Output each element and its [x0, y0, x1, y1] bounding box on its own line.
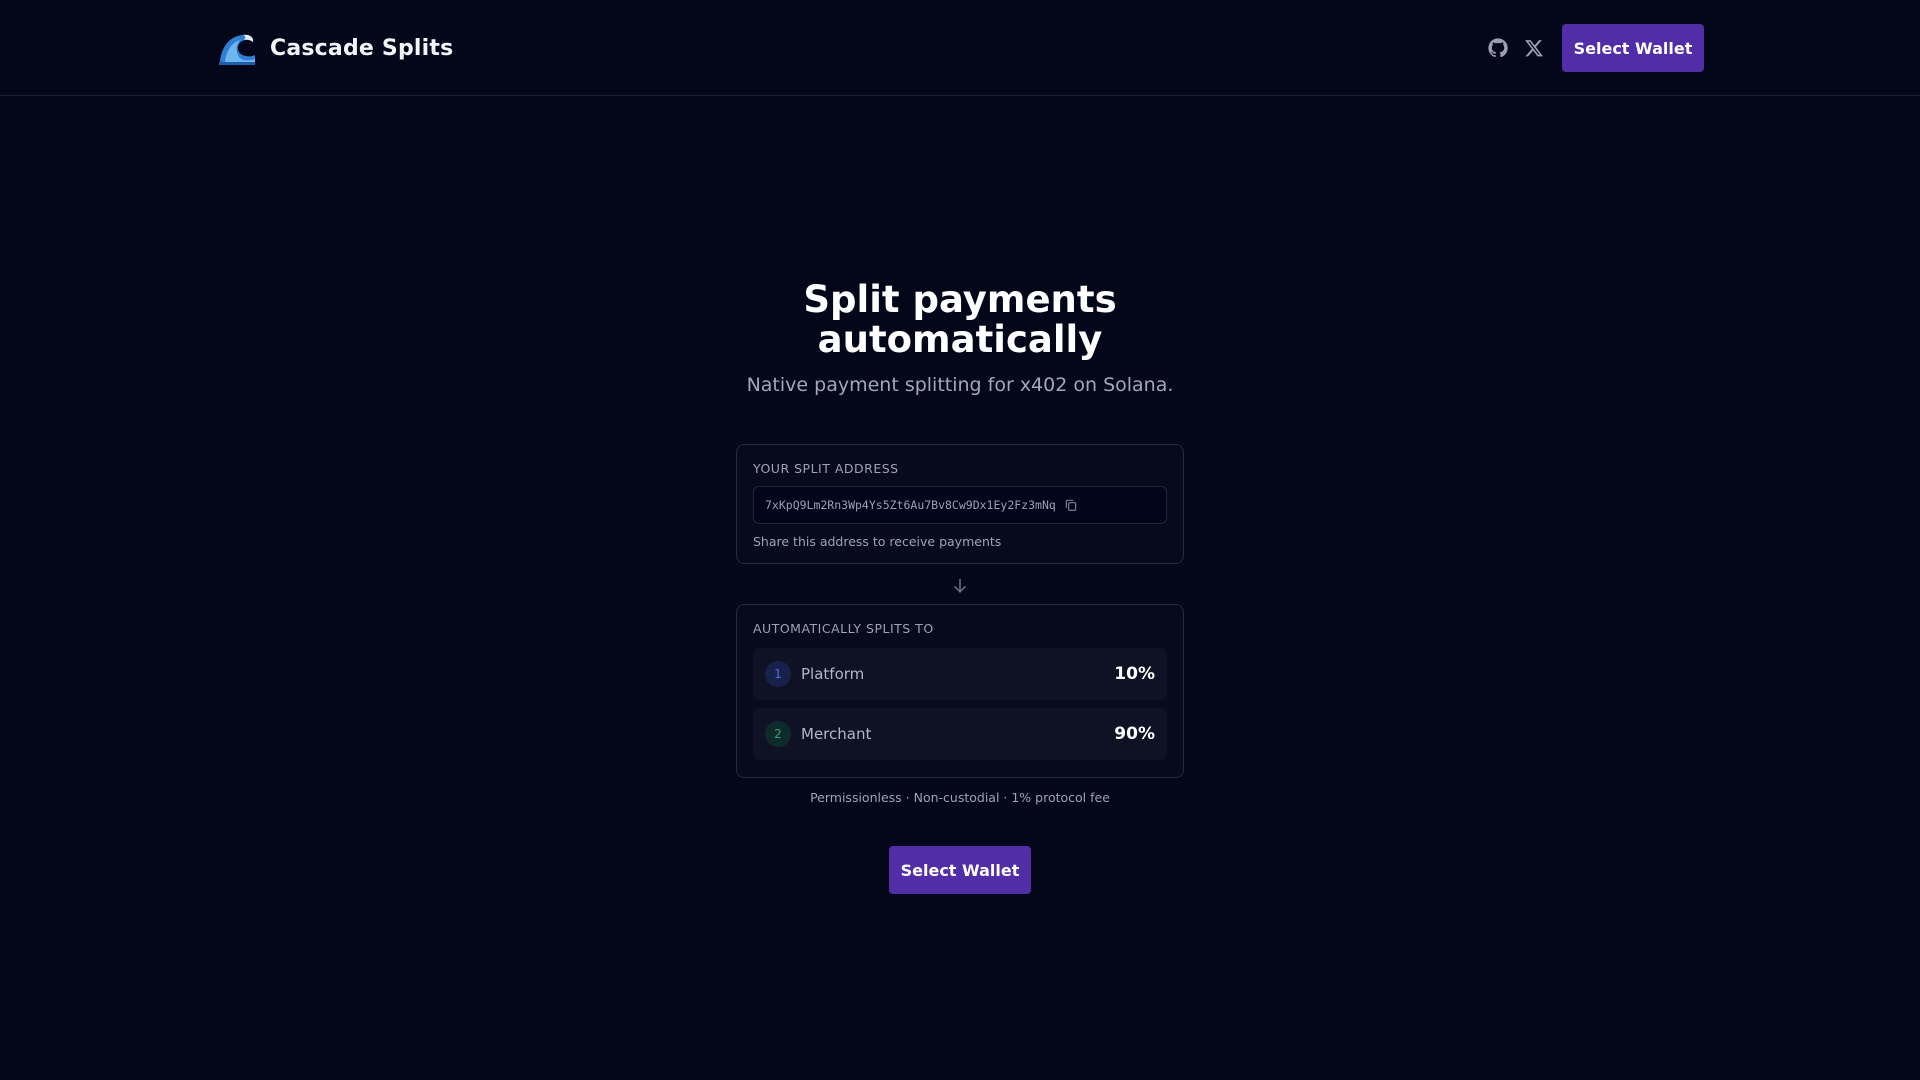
split-address-label: YOUR SPLIT ADDRESS [753, 461, 899, 476]
select-wallet-button-header[interactable]: Select Wallet [1562, 24, 1704, 72]
top-header: Cascade Splits Select Wallet [0, 0, 1920, 96]
split-percentage: 10% [1114, 664, 1155, 684]
copy-icon [1065, 499, 1077, 511]
page-subtitle: Native payment splitting for x402 on Sol… [746, 374, 1174, 396]
split-percentage: 90% [1114, 724, 1155, 744]
split-index-badge: 2 [765, 721, 791, 747]
split-address-hint: Share this address to receive payments [753, 534, 1002, 549]
hero: Split payments automatically Native paym… [0, 278, 1920, 397]
splits-label: AUTOMATICALLY SPLITS TO [753, 621, 934, 636]
copy-address-button[interactable] [1064, 498, 1078, 512]
split-row-merchant: 2 Merchant 90% [753, 708, 1167, 760]
split-address-field[interactable]: 7xKpQ9Lm2Rn3Wp4Ys5Zt6Au7Bv8Cw9Dx1Ey2Fz3m… [753, 486, 1167, 524]
select-wallet-button[interactable]: Select Wallet [889, 846, 1031, 894]
x-icon [1525, 40, 1543, 57]
x-link[interactable] [1520, 34, 1548, 62]
split-address-value: 7xKpQ9Lm2Rn3Wp4Ys5Zt6Au7Bv8Cw9Dx1Ey2Fz3m… [765, 498, 1056, 512]
brand[interactable]: Cascade Splits [216, 28, 453, 68]
split-index-badge: 1 [765, 661, 791, 687]
features-footnote: Permissionless · Non-custodial · 1% prot… [810, 790, 1110, 805]
github-icon [1488, 38, 1508, 58]
split-row-platform: 1 Platform 10% [753, 648, 1167, 700]
splits-card: AUTOMATICALLY SPLITS TO 1 Platform 10% 2… [736, 604, 1184, 778]
brand-name: Cascade Splits [270, 35, 454, 61]
split-address-card: YOUR SPLIT ADDRESS 7xKpQ9Lm2Rn3Wp4Ys5Zt6… [736, 444, 1184, 564]
arrow-down-icon [954, 578, 966, 593]
wave-logo [219, 34, 255, 65]
split-recipient-name: Platform [801, 665, 865, 683]
cta-section: Select Wallet [0, 846, 1920, 894]
split-recipient-name: Merchant [801, 725, 872, 743]
page-title: Split payments automatically [803, 278, 1117, 361]
github-link[interactable] [1484, 34, 1512, 62]
header-actions: Select Wallet [1484, 24, 1704, 72]
